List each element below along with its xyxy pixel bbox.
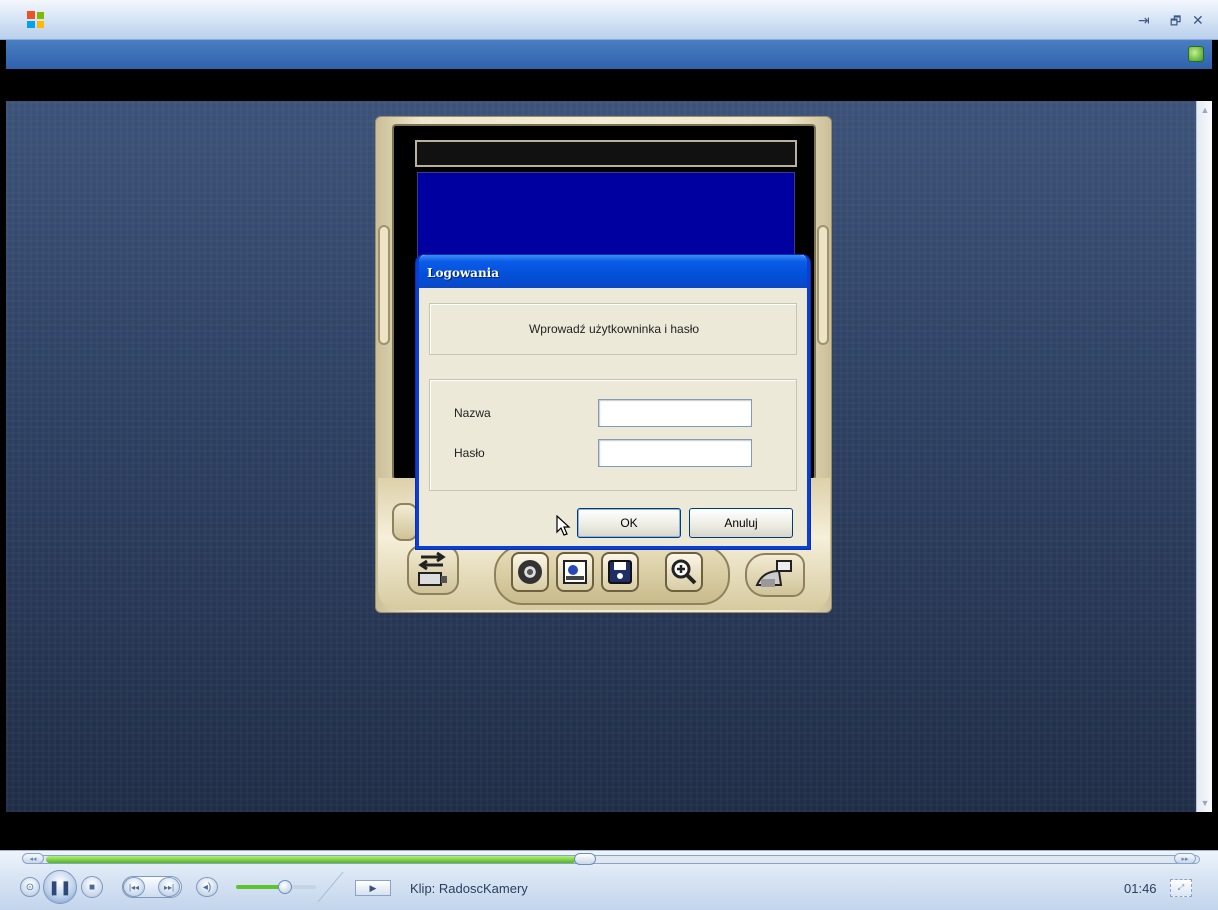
- dialog-title: Logowania: [427, 266, 499, 280]
- volume-thumb[interactable]: [278, 880, 292, 894]
- login-dialog: Logowania Wprowadź użytkowninka i hasło …: [416, 255, 810, 549]
- login-prompt: Wprowadź użytkowninka i hasło: [528, 322, 700, 336]
- aperture-icon: [518, 560, 542, 584]
- fullscreen-icon[interactable]: ⤢: [1170, 879, 1192, 897]
- mute-button[interactable]: ◂): [196, 877, 218, 897]
- mouse-pointer-icon: [556, 515, 571, 536]
- next-button[interactable]: ▸▸|: [158, 877, 180, 897]
- switch-to-library-icon[interactable]: [1188, 46, 1204, 62]
- aperture-button[interactable]: [511, 552, 549, 592]
- switch-camera-button[interactable]: [407, 545, 459, 595]
- network-camera-button[interactable]: [745, 553, 805, 597]
- rewind-icon[interactable]: ◂◂: [22, 853, 44, 864]
- stop-button[interactable]: ■: [81, 876, 103, 898]
- close-icon[interactable]: ✕: [1192, 12, 1204, 29]
- restore-icon[interactable]: 🗗: [1170, 12, 1181, 33]
- skin-left-handle: [378, 225, 390, 345]
- switch-camera-icon: [418, 551, 447, 586]
- window-title-bar: ⇥ 🗗 ✕: [0, 0, 1218, 40]
- player-top-bar: [6, 40, 1212, 69]
- pause-button[interactable]: ❚❚: [43, 870, 77, 904]
- clip-title: Klip: RadoscKamery: [410, 881, 528, 896]
- scroll-down-icon[interactable]: ▼: [1200, 798, 1210, 808]
- scroll-up-icon[interactable]: ▲: [1200, 105, 1210, 115]
- vertical-scrollbar[interactable]: ▲ ▼: [1196, 101, 1212, 812]
- network-camera-icon: [755, 560, 792, 587]
- shuffle-button[interactable]: ⊙: [20, 877, 40, 897]
- zoom-in-icon: [671, 559, 697, 585]
- skin-right-handle: [817, 225, 829, 345]
- video-letterbox-bottom: [6, 812, 1212, 850]
- floppy-disk-icon: [608, 560, 632, 584]
- elapsed-time: 01:46: [1124, 881, 1157, 896]
- volume-slider[interactable]: [236, 885, 316, 889]
- fast-forward-icon[interactable]: ▸▸: [1174, 853, 1196, 864]
- password-label: Hasło: [454, 446, 485, 460]
- seek-progress: [46, 856, 576, 863]
- password-input[interactable]: [598, 439, 752, 467]
- camera-title-field: [415, 140, 797, 167]
- video-record-icon: [563, 560, 587, 584]
- snapshot-button[interactable]: [556, 552, 594, 592]
- name-input[interactable]: [598, 399, 752, 427]
- camera-side-button[interactable]: [392, 503, 418, 541]
- name-label: Nazwa: [454, 406, 491, 420]
- dialog-title-bar[interactable]: Logowania: [419, 255, 807, 288]
- now-playing-button[interactable]: ▶: [355, 880, 391, 896]
- prompt-group: Wprowadź użytkowninka i hasło: [429, 303, 797, 355]
- ok-button[interactable]: OK: [577, 508, 681, 538]
- cancel-button[interactable]: Anuluj: [689, 508, 793, 538]
- save-button[interactable]: [601, 552, 639, 592]
- previous-button[interactable]: |◂◂: [123, 877, 145, 897]
- video-letterbox-top: [6, 69, 1212, 101]
- pin-icon[interactable]: ⇥: [1138, 12, 1150, 29]
- media-player-logo-icon: [27, 11, 44, 28]
- zoom-in-button[interactable]: [665, 552, 703, 592]
- seek-thumb[interactable]: [574, 853, 596, 865]
- credentials-group: Nazwa Hasło: [429, 379, 797, 491]
